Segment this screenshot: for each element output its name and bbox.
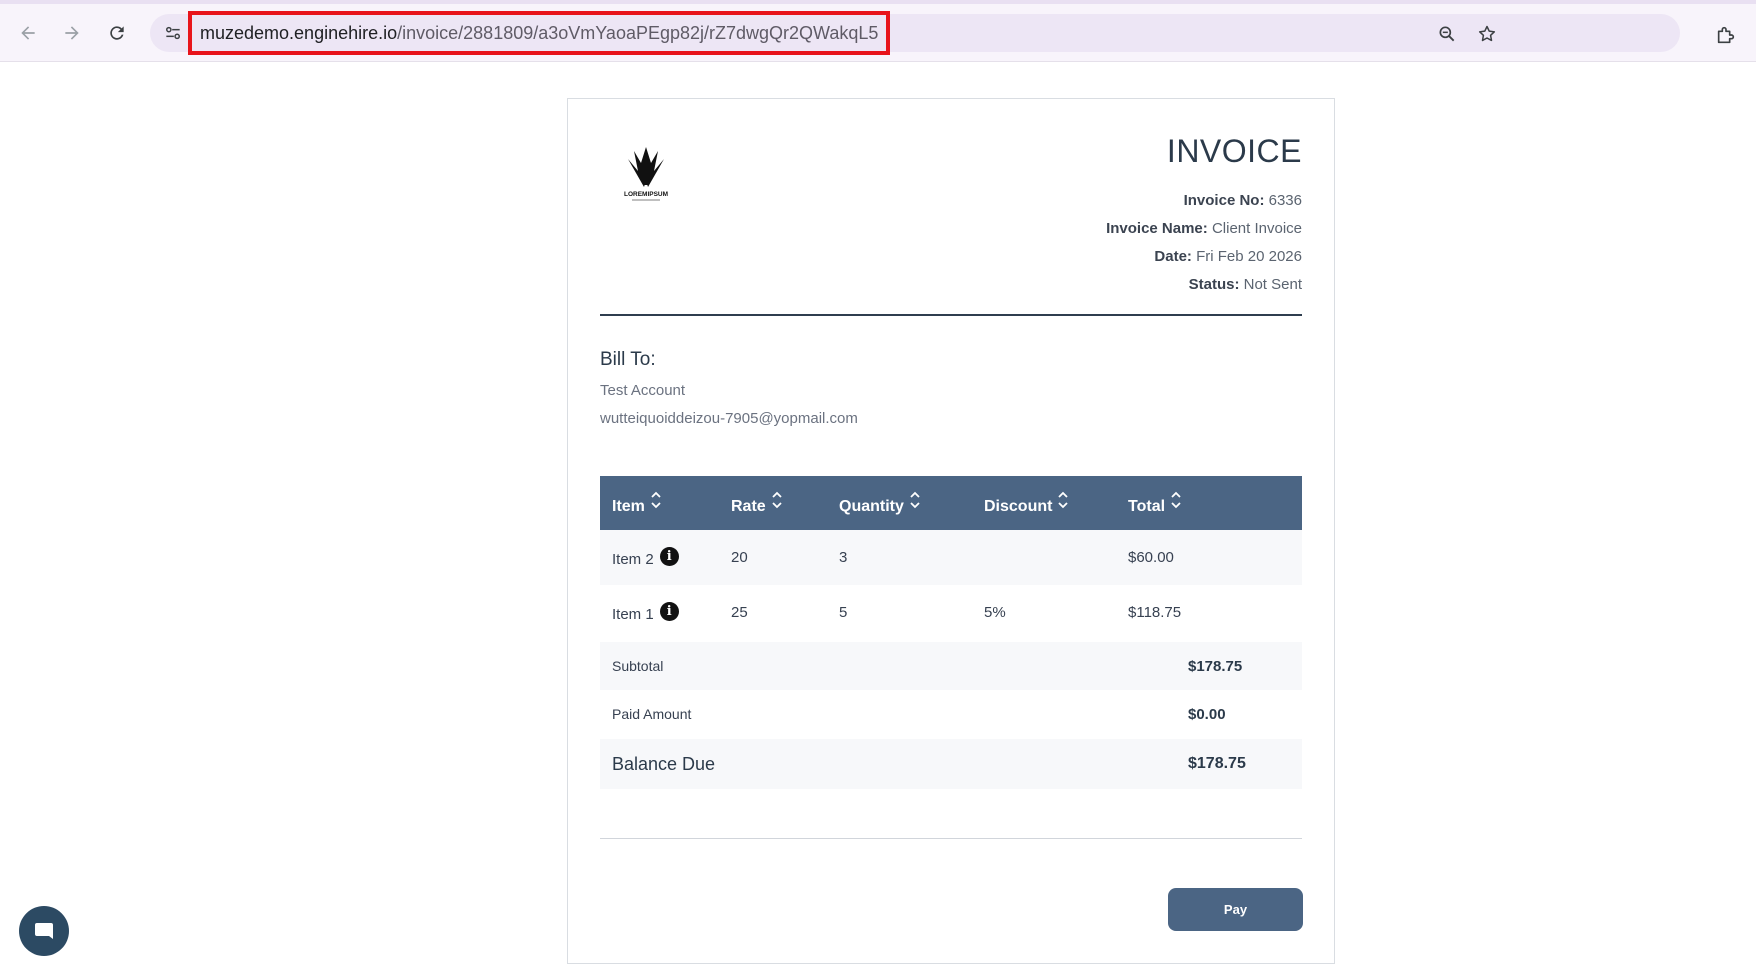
invoice-date-line: Date: Fri Feb 20 2026 xyxy=(1106,243,1302,271)
balance-due-value: $178.75 xyxy=(1188,755,1246,772)
item-name: Item 2 xyxy=(612,551,654,568)
balance-due-label: Balance Due xyxy=(612,753,716,774)
invoice-meta: Invoice No: 6336 Invoice Name: Client In… xyxy=(1106,187,1302,299)
extensions-icon[interactable] xyxy=(1714,23,1738,47)
invoice-date-label: Date: xyxy=(1154,248,1192,265)
bill-to-email: wutteiquoiddeizou-7905@yopmail.com xyxy=(600,410,858,427)
url-highlight-box: muzedemo.enginehire.io/invoice/2881809/a… xyxy=(188,11,891,55)
invoice-number-line: Invoice No: 6336 xyxy=(1106,187,1302,215)
column-header-rate[interactable]: Rate xyxy=(719,476,827,530)
cell-rate: 25 xyxy=(719,585,827,640)
back-icon[interactable] xyxy=(15,20,41,46)
footer-divider xyxy=(600,838,1302,839)
bill-to-heading: Bill To: xyxy=(600,349,656,370)
balance-due-row: Balance Due $178.75 xyxy=(600,739,1302,789)
sort-icon[interactable] xyxy=(1058,491,1069,514)
invoice-status: Not Sent xyxy=(1243,276,1302,293)
invoice-name-line: Invoice Name: Client Invoice xyxy=(1106,215,1302,243)
url-text[interactable]: muzedemo.enginehire.io/invoice/2881809/a… xyxy=(200,23,878,44)
info-icon[interactable]: i xyxy=(659,602,679,621)
info-icon[interactable]: i xyxy=(659,547,679,566)
column-header-discount[interactable]: Discount xyxy=(972,476,1116,530)
column-header-label: Total xyxy=(1128,497,1166,515)
paid-amount-value: $0.00 xyxy=(1188,705,1226,723)
zoom-icon[interactable] xyxy=(1436,23,1458,45)
bill-to-name: Test Account xyxy=(600,382,686,399)
sort-icon[interactable] xyxy=(651,491,661,514)
sort-icon[interactable] xyxy=(772,491,782,514)
item-name: Item 1 xyxy=(612,606,654,623)
subtotal-label: Subtotal xyxy=(612,658,664,674)
url-path: /invoice/2881809/a3oVmYaoaPEgp82j/rZ7dwg… xyxy=(397,22,879,43)
invoice-name-label: Invoice Name: xyxy=(1106,220,1208,237)
browser-toolbar: muzedemo.enginehire.io/invoice/2881809/a… xyxy=(0,4,1756,62)
invoice-items-table: Item Rate Quantity Discount Total Item 2… xyxy=(600,476,1302,640)
invoice-number: 6336 xyxy=(1268,192,1302,209)
bookmark-star-icon[interactable] xyxy=(1476,23,1498,45)
paid-amount-row: Paid Amount $0.00 xyxy=(600,690,1302,738)
invoice-card: LOREMIPSUM INVOICE Invoice No: 6336 Invo… xyxy=(567,98,1335,964)
table-row: Item 1 i 25 5 5% $118.75 xyxy=(600,585,1302,640)
invoice-status-line: Status: Not Sent xyxy=(1106,271,1302,299)
pay-button[interactable]: Pay xyxy=(1168,888,1303,931)
url-host: muzedemo.enginehire.io xyxy=(200,22,398,43)
subtotal-row: Subtotal $178.75 xyxy=(600,642,1302,690)
invoice-status-label: Status: xyxy=(1188,276,1240,293)
table-header-row: Item Rate Quantity Discount Total xyxy=(600,476,1302,530)
column-header-quantity[interactable]: Quantity xyxy=(827,476,972,530)
invoice-name: Client Invoice xyxy=(1211,220,1302,237)
cell-item: Item 1 i xyxy=(600,585,719,640)
site-info-icon[interactable] xyxy=(162,23,184,43)
cell-quantity: 3 xyxy=(827,530,972,585)
invoice-title: INVOICE xyxy=(1166,133,1302,169)
table-row: Item 2 i 20 3 $60.00 xyxy=(600,530,1302,585)
cell-discount: 5% xyxy=(972,585,1116,640)
address-bar[interactable]: muzedemo.enginehire.io/invoice/2881809/a… xyxy=(150,11,1680,55)
cell-quantity: 5 xyxy=(827,585,972,640)
column-header-total[interactable]: Total xyxy=(1116,476,1302,530)
cell-total: $118.75 xyxy=(1116,585,1302,640)
cell-item: Item 2 i xyxy=(600,530,719,585)
chat-launcher[interactable] xyxy=(19,906,69,956)
chat-icon xyxy=(35,923,53,939)
column-header-label: Item xyxy=(612,497,645,515)
invoice-number-label: Invoice No: xyxy=(1183,192,1265,209)
paid-amount-label: Paid Amount xyxy=(612,706,692,722)
company-logo: LOREMIPSUM xyxy=(618,143,674,203)
column-header-label: Discount xyxy=(984,497,1053,515)
sort-icon[interactable] xyxy=(910,491,920,514)
svg-text:LOREMIPSUM: LOREMIPSUM xyxy=(624,191,668,198)
header-divider xyxy=(600,314,1302,316)
invoice-date: Fri Feb 20 2026 xyxy=(1196,248,1302,265)
cell-rate: 20 xyxy=(719,530,827,585)
forward-icon[interactable] xyxy=(59,20,85,46)
column-header-item[interactable]: Item xyxy=(600,476,719,530)
cell-total: $60.00 xyxy=(1116,530,1302,585)
cell-discount xyxy=(972,530,1116,585)
subtotal-value: $178.75 xyxy=(1188,657,1243,675)
reload-icon[interactable] xyxy=(104,20,130,46)
sort-icon[interactable] xyxy=(1171,491,1181,514)
column-header-label: Rate xyxy=(731,497,766,515)
column-header-label: Quantity xyxy=(839,497,904,515)
